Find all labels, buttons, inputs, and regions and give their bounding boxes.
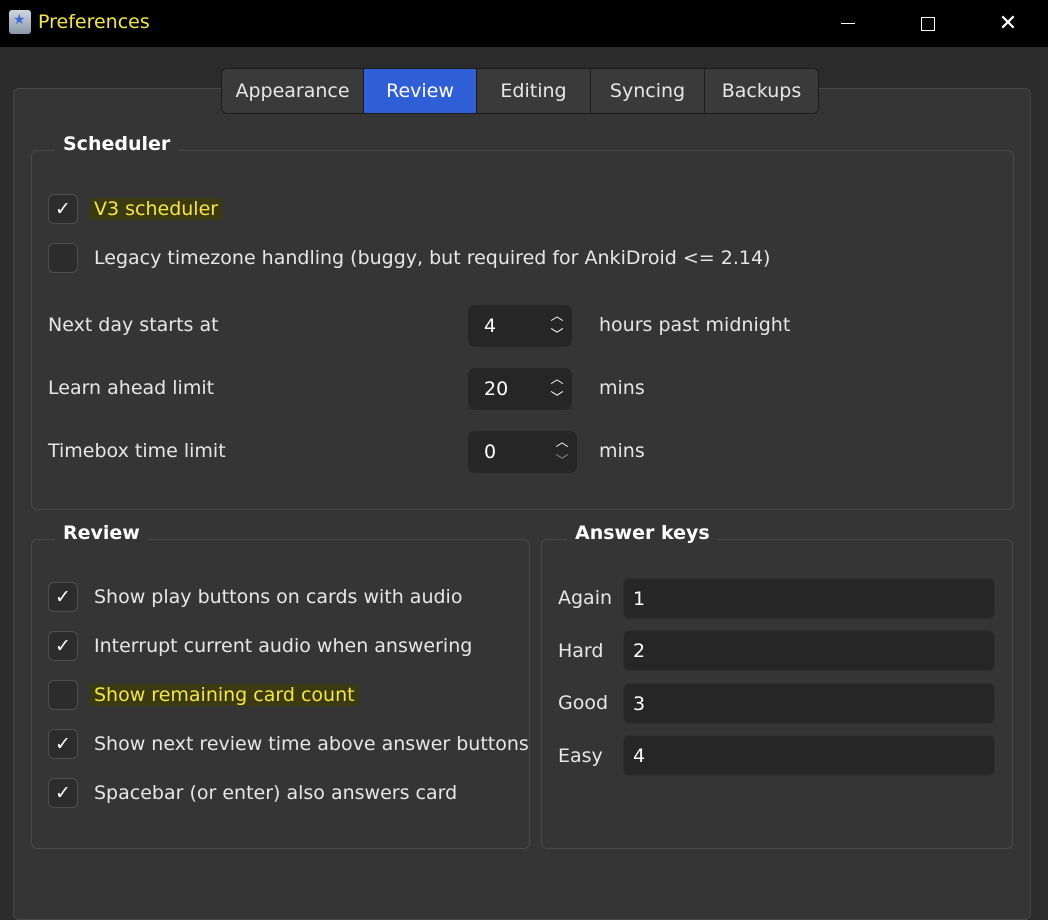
- review-option-remaining-count[interactable]: Show remaining card count: [48, 679, 359, 711]
- anki-star-icon: [9, 10, 31, 34]
- maximize-button[interactable]: [888, 0, 968, 47]
- spin-arrows[interactable]: ︿ ﹀: [548, 309, 566, 343]
- tab-review[interactable]: Review: [364, 69, 477, 113]
- minimize-button[interactable]: [808, 0, 888, 47]
- play-buttons-label: Show play buttons on cards with audio: [94, 586, 463, 608]
- timebox-value: 0: [484, 441, 497, 463]
- play-buttons-checkbox[interactable]: ✓: [48, 582, 78, 612]
- checkmark-icon: ✓: [55, 733, 71, 755]
- learn-ahead-unit: mins: [599, 377, 645, 399]
- next-day-unit: hours past midnight: [599, 314, 791, 336]
- legacy-timezone-option[interactable]: Legacy timezone handling (buggy, but req…: [48, 242, 770, 274]
- key-label-again: Again: [558, 587, 613, 609]
- key-label-good: Good: [558, 692, 609, 714]
- learn-ahead-value: 20: [484, 378, 509, 400]
- key-input-again[interactable]: 1: [623, 578, 995, 619]
- chevron-down-icon[interactable]: ﹀: [555, 454, 568, 469]
- spin-arrows[interactable]: ︿ ﹀: [548, 372, 566, 406]
- tab-editing[interactable]: Editing: [477, 69, 591, 113]
- key-label-easy: Easy: [558, 745, 603, 767]
- next-review-time-checkbox[interactable]: ✓: [48, 729, 78, 759]
- tab-bar: Appearance Review Editing Syncing Backup…: [221, 68, 819, 114]
- chevron-up-icon[interactable]: ︿: [555, 435, 568, 450]
- chevron-up-icon[interactable]: ︿: [550, 309, 563, 324]
- minimize-icon: [841, 23, 855, 24]
- review-option-play-buttons[interactable]: ✓ Show play buttons on cards with audio: [48, 581, 462, 613]
- review-title: Review: [55, 522, 148, 544]
- interrupt-audio-checkbox[interactable]: ✓: [48, 631, 78, 661]
- timebox-unit: mins: [599, 440, 645, 462]
- checkmark-icon: ✓: [55, 635, 71, 657]
- chevron-down-icon[interactable]: ﹀: [550, 391, 563, 406]
- spin-arrows[interactable]: ︿ ﹀: [553, 435, 571, 469]
- window-title: Preferences: [38, 11, 150, 33]
- tab-backups[interactable]: Backups: [705, 69, 818, 113]
- key-label-hard: Hard: [558, 640, 604, 662]
- legacy-timezone-checkbox[interactable]: [48, 243, 78, 273]
- scheduler-title: Scheduler: [55, 133, 179, 155]
- scheduler-group: Scheduler ✓ V3 scheduler Legacy timezone…: [31, 133, 1014, 510]
- review-option-interrupt-audio[interactable]: ✓ Interrupt current audio when answering: [48, 630, 472, 662]
- next-day-spinbox[interactable]: 4 ︿ ﹀: [468, 305, 572, 347]
- spacebar-label: Spacebar (or enter) also answers card: [94, 782, 458, 804]
- close-button[interactable]: ✕: [968, 0, 1048, 47]
- next-day-value: 4: [484, 315, 497, 337]
- interrupt-audio-label: Interrupt current audio when answering: [94, 635, 473, 657]
- spacebar-checkbox[interactable]: ✓: [48, 778, 78, 808]
- checkmark-icon: ✓: [55, 782, 71, 804]
- timebox-label: Timebox time limit: [48, 440, 226, 462]
- next-review-time-label: Show next review time above answer butto…: [94, 733, 529, 755]
- tab-appearance[interactable]: Appearance: [222, 69, 364, 113]
- answer-keys-title: Answer keys: [567, 522, 718, 544]
- next-day-label: Next day starts at: [48, 314, 219, 336]
- maximize-icon: [921, 16, 935, 31]
- chevron-down-icon[interactable]: ﹀: [550, 328, 563, 343]
- close-icon: ✕: [998, 10, 1018, 36]
- checkmark-icon: ✓: [55, 586, 71, 608]
- learn-ahead-spinbox[interactable]: 20 ︿ ﹀: [468, 368, 572, 410]
- remaining-count-label: Show remaining card count: [90, 684, 359, 706]
- learn-ahead-label: Learn ahead limit: [48, 377, 215, 399]
- key-input-easy[interactable]: 4: [623, 735, 995, 776]
- remaining-count-checkbox[interactable]: [48, 680, 78, 710]
- tab-syncing[interactable]: Syncing: [591, 69, 705, 113]
- review-option-next-review-time[interactable]: ✓ Show next review time above answer but…: [48, 728, 529, 760]
- v3-scheduler-checkbox[interactable]: ✓: [48, 194, 78, 224]
- answer-keys-group: Answer keys Again 1 Hard 2 Good 3 Easy 4: [541, 522, 1013, 849]
- v3-scheduler-label: V3 scheduler: [90, 198, 223, 220]
- legacy-timezone-label: Legacy timezone handling (buggy, but req…: [94, 247, 771, 269]
- key-input-good[interactable]: 3: [623, 683, 995, 724]
- review-option-spacebar[interactable]: ✓ Spacebar (or enter) also answers card: [48, 777, 457, 809]
- timebox-spinbox[interactable]: 0 ︿ ﹀: [468, 431, 577, 473]
- chevron-up-icon[interactable]: ︿: [550, 372, 563, 387]
- title-bar: Preferences ✕: [0, 0, 1048, 47]
- checkmark-icon: ✓: [55, 198, 71, 220]
- key-input-hard[interactable]: 2: [623, 630, 995, 671]
- review-group: Review ✓ Show play buttons on cards with…: [31, 522, 530, 849]
- v3-scheduler-option[interactable]: ✓ V3 scheduler: [48, 193, 223, 225]
